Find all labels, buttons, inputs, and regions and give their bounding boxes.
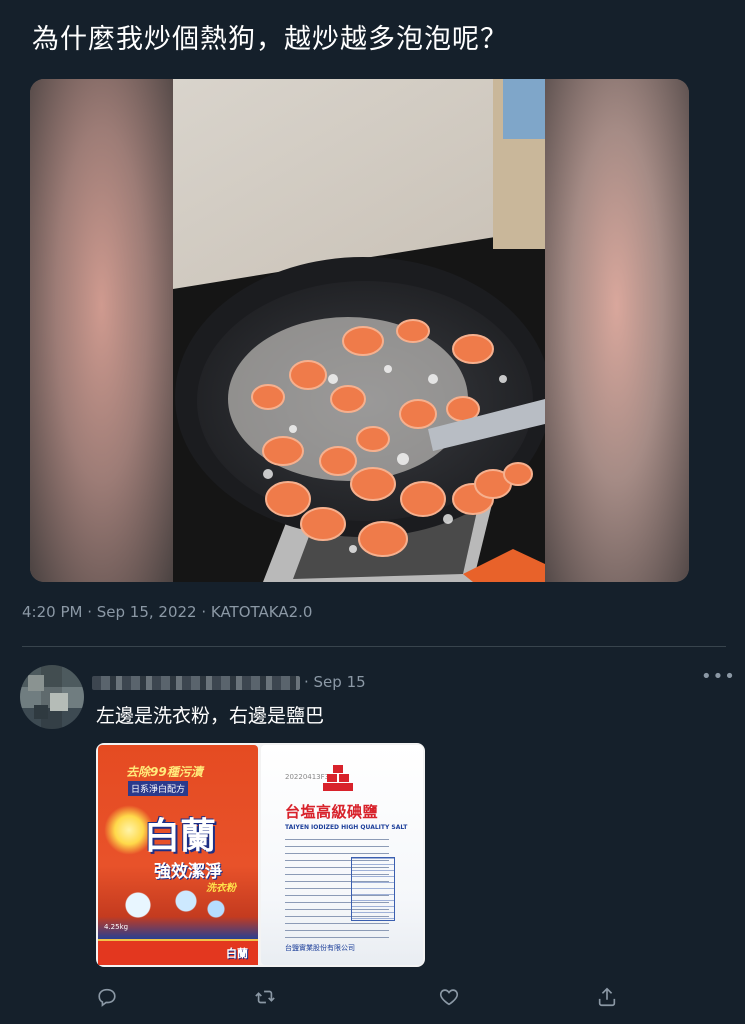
media-blur-left bbox=[30, 79, 173, 582]
salt-english-title: TAIYEN IODIZED HIGH QUALITY SALT bbox=[285, 824, 408, 831]
salt-package: 20220413F3 台塩高級碘鹽 TAIYEN IODIZED HIGH QU… bbox=[261, 745, 423, 965]
reply-author-name-pixelated[interactable] bbox=[92, 676, 300, 690]
heart-icon[interactable] bbox=[438, 986, 462, 1010]
tweet-media-photo[interactable] bbox=[30, 79, 689, 582]
detergent-bottom-brand: 白蘭 bbox=[226, 947, 248, 960]
tweet-text: 為什麼我炒個熱狗，越炒越多泡泡呢？ bbox=[32, 24, 508, 55]
retweet-icon[interactable] bbox=[254, 986, 278, 1010]
avatar-pixel bbox=[28, 675, 44, 691]
detergent-bottom-strip: 白蘭 bbox=[98, 939, 258, 965]
salt-cubes-logo-icon bbox=[323, 765, 353, 791]
salt-title: 台塩高級碘鹽 bbox=[285, 803, 379, 821]
reply-date[interactable]: · Sep 15 bbox=[304, 673, 366, 691]
avatar[interactable] bbox=[20, 665, 84, 729]
tweet-timestamp-source: 4:20 PM · Sep 15, 2022 · KATOTAKA2.0 bbox=[22, 603, 313, 621]
detergent-weight: 4.25kg bbox=[104, 923, 129, 931]
more-options-icon[interactable]: ••• bbox=[701, 668, 735, 690]
avatar-pixel bbox=[34, 705, 48, 719]
reply-action-bar bbox=[0, 986, 745, 1016]
detergent-brand-logo: 白蘭 bbox=[144, 816, 217, 857]
reply-icon[interactable] bbox=[96, 986, 120, 1010]
frying-pan-photo bbox=[173, 79, 545, 582]
detergent-package: 去除99種污漬 日系淨白配方 白蘭 強效潔淨 洗衣粉 4.25kg 白蘭 bbox=[98, 745, 258, 965]
avatar-pixel bbox=[50, 693, 68, 711]
bubbles-graphic bbox=[114, 885, 234, 925]
reply-text: 左邊是洗衣粉，右邊是鹽巴 bbox=[96, 705, 325, 727]
media-blur-right bbox=[544, 79, 689, 582]
share-icon[interactable] bbox=[596, 986, 620, 1010]
salt-nutrition-table bbox=[351, 857, 395, 921]
detergent-sub-line: 日系淨白配方 bbox=[128, 781, 189, 796]
reply-media-photo[interactable]: 去除99種污漬 日系淨白配方 白蘭 強效潔淨 洗衣粉 4.25kg 白蘭 202… bbox=[96, 743, 425, 967]
tweet-detail-page: 為什麼我炒個熱狗，越炒越多泡泡呢？ 4:20 PM · Sep 15, 2022… bbox=[0, 0, 745, 1024]
salt-brand-line: 台鹽實業股份有限公司 bbox=[285, 944, 355, 952]
detergent-top-line: 去除99種污漬 bbox=[126, 765, 203, 779]
divider bbox=[22, 646, 726, 647]
